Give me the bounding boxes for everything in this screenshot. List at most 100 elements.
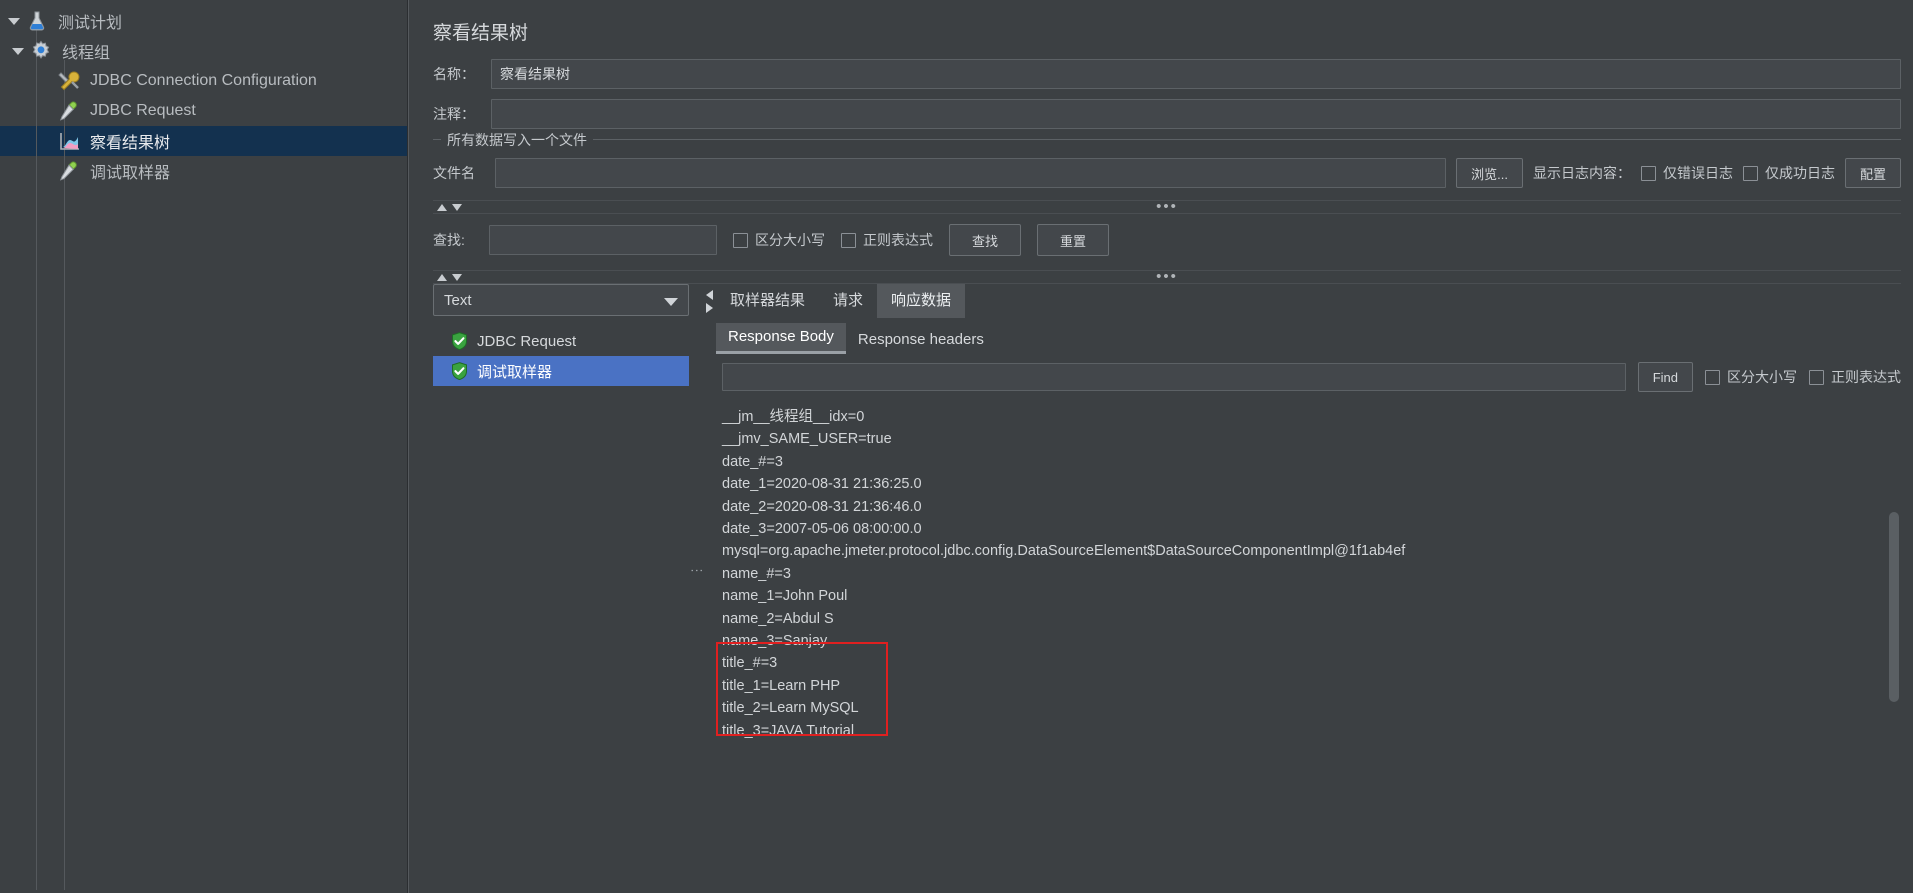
tree-item-0[interactable]: 测试计划	[0, 6, 407, 36]
tree-item-label: JDBC Request	[90, 102, 196, 119]
name-input[interactable]	[491, 59, 1901, 89]
search-case-sensitive-checkbox[interactable]: 区分大小写	[733, 230, 825, 250]
response-line-14: title_3=JAVA Tutorial	[722, 722, 855, 739]
checkbox-box[interactable]	[841, 232, 856, 248]
splitter-top[interactable]: •••	[433, 199, 1901, 214]
page-title: 察看结果树	[433, 23, 529, 44]
collapse-up-icon[interactable]	[437, 203, 447, 211]
tree-expand-toggle-icon[interactable]	[10, 43, 26, 59]
pipette-icon	[58, 100, 84, 122]
write-all-data-group: 所有数据写入一个文件 文件名 浏览... 显示日志内容： 仅错误日志 仅成功日志…	[433, 130, 1901, 198]
errors-only-checkbox[interactable]: 仅错误日志	[1640, 163, 1733, 183]
detail-find-input[interactable]	[722, 363, 1626, 391]
renderer-select[interactable]: Text	[433, 284, 689, 316]
tree-item-3[interactable]: JDBC Request	[0, 96, 407, 126]
log-display-label: 显示日志内容：	[1532, 165, 1631, 181]
errors-only-label: 仅错误日志	[1662, 165, 1733, 181]
collapse-down-icon[interactable]	[452, 203, 462, 211]
write-all-data-legend: 所有数据写入一个文件	[441, 130, 593, 150]
detail-case-sensitive-label: 区分大小写	[1727, 369, 1797, 385]
comment-label: 注释：	[433, 106, 475, 122]
search-case-sensitive-label: 区分大小写	[755, 232, 825, 248]
response-line-9: name_2=Abdul S	[722, 610, 834, 627]
tools-icon	[58, 70, 84, 92]
response-line-0: __jm__线程组__idx=0	[722, 409, 865, 425]
filename-row: 文件名 浏览... 显示日志内容： 仅错误日志 仅成功日志 配置	[433, 154, 1901, 198]
detail-subtab-0[interactable]: Response Body	[716, 323, 846, 354]
checkbox-box[interactable]	[1742, 165, 1758, 181]
detail-body: 取样器结果 请求 响应数据 Response Body Response header…	[716, 283, 1901, 858]
test-plan-tree[interactable]: 测试计划线程组 JDBC Connection Configuration JDBC…	[0, 0, 408, 893]
detail-tab-0[interactable]: 取样器结果	[716, 283, 819, 318]
search-input[interactable]	[489, 225, 717, 255]
result-item-1[interactable]: 调试取样器	[433, 356, 689, 386]
tree-item-2[interactable]: JDBC Connection Configuration	[0, 66, 407, 96]
name-label: 名称：	[433, 66, 475, 82]
detail-tabs[interactable]: 取样器结果 请求 响应数据	[716, 283, 1901, 318]
checkbox-box[interactable]	[1640, 165, 1656, 181]
result-item-0[interactable]: JDBC Request	[433, 326, 689, 356]
flask-icon	[26, 10, 52, 32]
chevron-down-icon[interactable]	[664, 298, 678, 306]
comment-row: 注释：	[421, 99, 1913, 129]
response-line-1: __jmv_SAME_USER=true	[722, 431, 892, 448]
results-split: Text JDBC Request 调试取样器 ⋮ 取样器结果 请求 响应数据 Res…	[433, 283, 1901, 858]
jmeter-window: 测试计划线程组 JDBC Connection Configuration JDBC…	[0, 0, 1913, 893]
tree-item-4[interactable]: 察看结果树	[0, 126, 407, 156]
detail-find-button[interactable]: Find	[1637, 362, 1693, 392]
tree-item-1[interactable]: 线程组	[0, 36, 407, 66]
detail-regex-checkbox[interactable]: 正则表达式	[1809, 367, 1901, 387]
tree-item-5[interactable]: 调试取样器	[0, 156, 407, 186]
response-line-13: title_2=Learn MySQL	[722, 700, 859, 717]
successes-only-checkbox[interactable]: 仅成功日志	[1742, 163, 1835, 183]
configure-button[interactable]: 配置	[1844, 158, 1901, 188]
scroll-left-icon[interactable]	[706, 290, 713, 300]
checkbox-box[interactable]	[733, 232, 748, 248]
response-scrollbar[interactable]	[1889, 512, 1899, 702]
view-results-tree-panel: 察看结果树 名称： 注释： 所有数据写入一个文件 文件名 浏览... 显示日志内…	[408, 0, 1913, 893]
scroll-right-icon[interactable]	[706, 303, 713, 313]
result-item-label: JDBC Request	[477, 332, 577, 350]
comment-input[interactable]	[491, 99, 1901, 129]
collapse-up-icon[interactable]	[437, 273, 447, 281]
reset-button[interactable]: 重置	[1037, 224, 1110, 256]
response-body-content[interactable]: __jm__线程组__idx=0 __jmv_SAME_USER=truedate…	[716, 400, 1901, 858]
search-row: 查找: 区分大小写 正则表达式 查找 重置	[421, 214, 1913, 268]
tree-item-label: 调试取样器	[90, 165, 171, 182]
filename-input[interactable]	[495, 158, 1447, 188]
splitter-arrows[interactable]	[433, 273, 462, 281]
detail-tab-2[interactable]: 响应数据	[877, 283, 966, 318]
find-button[interactable]: 查找	[949, 224, 1022, 256]
tree-item-label: JDBC Connection Configuration	[90, 72, 317, 89]
tab-scroll-controls[interactable]	[703, 284, 716, 858]
success-shield-icon	[451, 362, 468, 380]
splitter-bottom[interactable]: •••	[433, 269, 1901, 284]
tree-expand-toggle-icon[interactable]	[6, 13, 22, 29]
tree-item-label: 测试计划	[58, 15, 123, 32]
splitter-grip-icon[interactable]: •••	[1156, 199, 1178, 214]
renderer-select-value: Text	[444, 291, 472, 309]
response-line-12: title_1=Learn PHP	[722, 677, 841, 694]
tree-item-label: 察看结果树	[90, 135, 171, 152]
search-regex-label: 正则表达式	[863, 232, 933, 248]
checkbox-box[interactable]	[1809, 369, 1824, 385]
splitter-arrows[interactable]	[433, 203, 462, 211]
results-pane-grip[interactable]: ⋮	[690, 284, 705, 858]
detail-tab-1[interactable]: 请求	[819, 283, 877, 318]
checkbox-box[interactable]	[1705, 369, 1720, 385]
chart-icon	[58, 130, 84, 152]
successes-only-label: 仅成功日志	[1764, 165, 1835, 181]
success-shield-icon	[451, 332, 468, 350]
splitter-grip-icon[interactable]: •••	[1156, 269, 1178, 284]
detail-subtabs[interactable]: Response Body Response headers	[716, 322, 1901, 354]
browse-button[interactable]: 浏览...	[1456, 158, 1523, 188]
detail-case-sensitive-checkbox[interactable]: 区分大小写	[1705, 367, 1797, 387]
name-row: 名称：	[421, 59, 1913, 89]
response-line-2: date_#=3	[722, 453, 783, 470]
response-line-10: name_3=Sanjay	[722, 633, 828, 650]
detail-subtab-1[interactable]: Response headers	[846, 326, 996, 354]
detail-regex-label: 正则表达式	[1831, 369, 1901, 385]
response-line-4: date_2=2020-08-31 21:36:46.0	[722, 498, 922, 515]
collapse-down-icon[interactable]	[452, 273, 462, 281]
search-regex-checkbox[interactable]: 正则表达式	[841, 230, 933, 250]
